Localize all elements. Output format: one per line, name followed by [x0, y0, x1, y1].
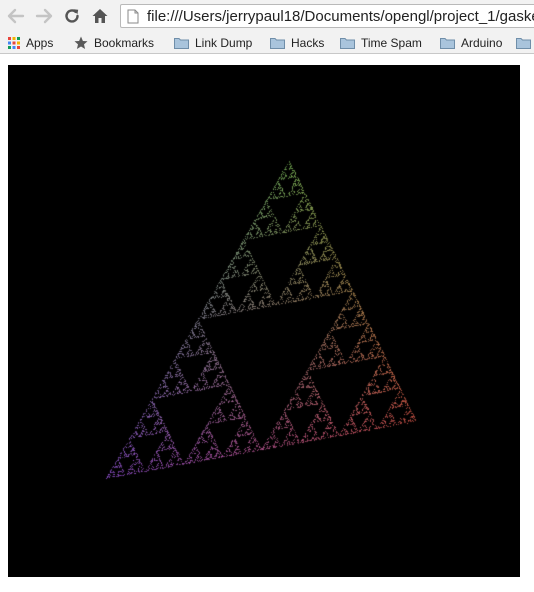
- folder-icon: [440, 37, 455, 49]
- bookmark-label: Hacks: [291, 36, 325, 50]
- back-button[interactable]: [5, 4, 27, 28]
- bookmark-folder-hacks[interactable]: Hacks: [270, 35, 324, 51]
- reload-button[interactable]: [61, 4, 83, 28]
- address-bar-url: file:///Users/jerrypaul18/Documents/open…: [147, 8, 534, 25]
- home-button[interactable]: [89, 4, 111, 28]
- bookmark-folder-time-spam[interactable]: Time Spam: [340, 35, 422, 51]
- folder-icon: [270, 37, 285, 49]
- back-arrow-icon: [7, 8, 25, 24]
- bookmark-folder-overflow[interactable]: [516, 35, 534, 51]
- bookmark-apps[interactable]: Apps: [8, 35, 53, 51]
- forward-button[interactable]: [33, 4, 55, 28]
- home-icon: [92, 9, 108, 23]
- bookmark-label: Time Spam: [361, 36, 422, 50]
- webgl-canvas[interactable]: [8, 65, 520, 577]
- page-icon: [127, 9, 139, 27]
- star-icon: [74, 36, 88, 50]
- address-bar[interactable]: file:///Users/jerrypaul18/Documents/open…: [120, 4, 534, 28]
- folder-icon: [340, 37, 355, 49]
- bookmark-label: Link Dump: [195, 36, 253, 50]
- bookmarks-bar: Apps Bookmarks Link Dump Hacks Time Spam…: [0, 32, 534, 54]
- folder-icon: [516, 37, 531, 49]
- forward-arrow-icon: [35, 8, 53, 24]
- browser-toolbar: file:///Users/jerrypaul18/Documents/open…: [0, 0, 534, 32]
- apps-grid-icon: [8, 37, 20, 49]
- bookmark-folder-arduino[interactable]: Arduino: [440, 35, 502, 51]
- reload-icon: [65, 9, 79, 23]
- bookmark-label: Arduino: [461, 36, 503, 50]
- bookmark-label: Apps: [26, 36, 54, 50]
- bookmark-folder-link-dump[interactable]: Link Dump: [174, 35, 252, 51]
- folder-icon: [174, 37, 189, 49]
- bookmark-bookmarks[interactable]: Bookmarks: [74, 35, 154, 51]
- page-content: [0, 54, 534, 592]
- bookmark-label: Bookmarks: [94, 36, 155, 50]
